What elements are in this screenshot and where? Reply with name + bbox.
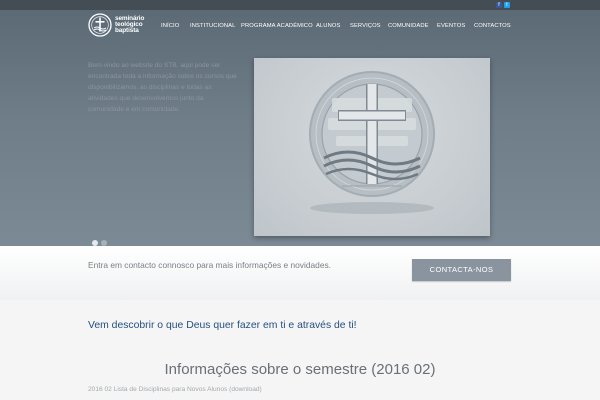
site-header: seminário teológico baptista INÍCIO INST… [0, 10, 600, 46]
tagline: Vem descobrir o que Deus quer fazer em t… [88, 320, 357, 331]
main-nav: INÍCIO INSTITUCIONAL PROGRAMA ACADÉMICO … [0, 23, 600, 35]
nav-item-institucional[interactable]: INSTITUCIONAL [190, 23, 235, 29]
hero-section: seminário teológico baptista INÍCIO INST… [0, 10, 600, 246]
main-content: Vem descobrir o que Deus quer fazer em t… [0, 300, 600, 400]
seminary-seal-image [309, 71, 435, 214]
contact-button[interactable]: CONTACTA-NOS [412, 259, 511, 281]
nav-item-alunos[interactable]: ALUNOS [316, 23, 340, 29]
top-bar: f t [0, 0, 600, 10]
nav-item-servicos[interactable]: SERVIÇOS [350, 23, 381, 29]
download-link[interactable]: 2016 02 Lista de Disciplinas para Novos … [88, 386, 262, 393]
nav-item-programa-academico[interactable]: PROGRAMA ACADÉMICO [241, 23, 313, 29]
contact-banner: Entra em contacto connosco para mais inf… [0, 246, 600, 300]
contact-banner-text: Entra em contacto connosco para mais inf… [88, 260, 332, 270]
facebook-icon[interactable]: f [496, 2, 502, 8]
nav-item-eventos[interactable]: EVENTOS [437, 23, 465, 29]
nav-item-contactos[interactable]: CONTACTOS [474, 23, 511, 29]
semester-heading: Informações sobre o semestre (2016 02) [164, 361, 436, 378]
nav-item-comunidade[interactable]: COMUNIDADE [388, 23, 429, 29]
twitter-icon[interactable]: t [504, 2, 510, 8]
hero-slide [254, 58, 490, 236]
intro-text: Bem-vindo ao website do STB, aqui pode s… [88, 62, 237, 113]
nav-item-inicio[interactable]: INÍCIO [161, 23, 179, 29]
